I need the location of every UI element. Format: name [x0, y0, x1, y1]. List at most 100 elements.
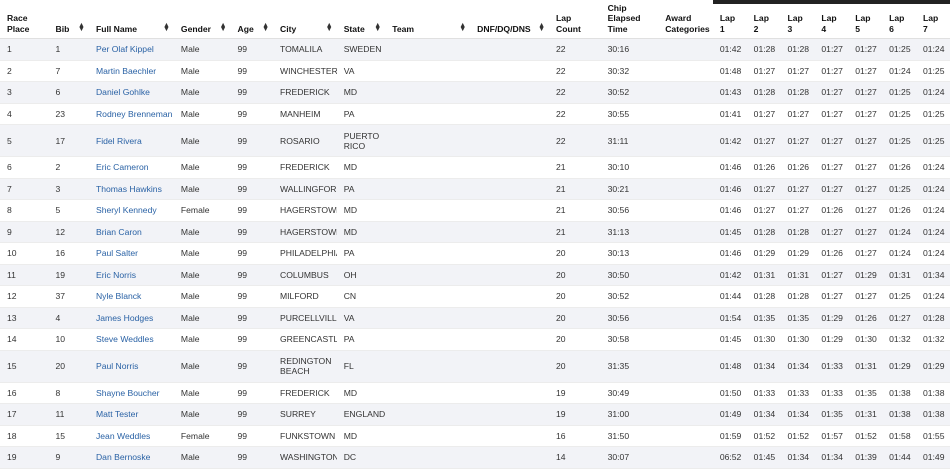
cell-gender: Male	[173, 350, 231, 382]
column-header-full-name[interactable]: Full Name ▲ ▼	[88, 2, 174, 39]
header-label: 2	[753, 23, 759, 34]
table-row: 1 1 Per Olaf Kippel Male 99 TOMALILA SWEDEN 22 3…	[0, 38, 950, 60]
cell-place: 6	[0, 156, 49, 178]
cell-lap-5: 01:27	[848, 156, 883, 178]
cell-lap-2: 01:33	[746, 382, 781, 404]
column-header-state[interactable]: State ▲ ▼	[336, 2, 386, 39]
cell-dnf	[470, 221, 550, 243]
sort-arrows-icon: ▲ ▼	[538, 22, 546, 33]
column-header-city[interactable]: City ▲ ▼	[273, 2, 337, 39]
cell-lap-3: 01:27	[780, 199, 815, 221]
cell-lap-1: 01:54	[712, 307, 747, 329]
cell-dnf	[470, 403, 550, 425]
column-header-award-categories[interactable]: Award Categories	[658, 2, 713, 39]
cell-lap-6: 01:26	[882, 156, 916, 178]
cell-city: WASHINGTON	[273, 446, 337, 468]
cell-award	[658, 382, 713, 404]
column-header-gender[interactable]: Gender ▲ ▼	[173, 2, 231, 39]
cell-lap-7: 01:38	[915, 403, 950, 425]
column-header-lap-2[interactable]: Lap 2	[746, 0, 781, 39]
cell-gender: Male	[173, 103, 231, 125]
cell-award	[658, 350, 713, 382]
runner-name-link[interactable]: Shayne Boucher	[96, 388, 160, 398]
cell-age: 99	[230, 403, 273, 425]
runner-name-link[interactable]: Eric Cameron	[96, 162, 149, 172]
cell-lap-4: 01:57	[814, 425, 849, 447]
cell-lap-4: 01:26	[814, 199, 849, 221]
cell-chip: 31:13	[600, 221, 659, 243]
cell-bib: 2	[48, 156, 89, 178]
cell-lapcount: 21	[549, 199, 601, 221]
column-header-team[interactable]: Team ▲ ▼	[385, 2, 471, 39]
table-row: 19 9 Dan Bernoske Male 99 WASHINGTON DC 14 30:07…	[0, 446, 950, 468]
cell-lap-5: 01:27	[848, 199, 883, 221]
cell-state: SWEDEN	[336, 38, 386, 60]
cell-team	[385, 81, 471, 103]
runner-name-link[interactable]: Daniel Gohlke	[96, 87, 150, 97]
runner-name-link[interactable]: Eric Norris	[96, 270, 136, 280]
cell-bib: 37	[48, 285, 89, 307]
header-label: Race	[7, 13, 28, 23]
cell-state: MD	[336, 382, 386, 404]
runner-name-link[interactable]: Rodney Brenneman	[96, 109, 172, 119]
cell-award	[658, 425, 713, 447]
runner-name-link[interactable]: Paul Salter	[96, 248, 138, 258]
column-header-race-place[interactable]: Race Place	[0, 2, 49, 39]
cell-lap-3: 01:27	[780, 60, 815, 82]
cell-award	[658, 307, 713, 329]
runner-name-link[interactable]: Martin Baechler	[96, 66, 156, 76]
cell-lap-2: 01:28	[746, 221, 781, 243]
column-header-bib[interactable]: Bib ▲ ▼	[48, 2, 89, 39]
cell-lap-7: 01:28	[915, 307, 950, 329]
cell-lap-6: 01:25	[882, 81, 916, 103]
cell-dnf	[470, 328, 550, 350]
column-header-lap-1[interactable]: Lap 1	[712, 0, 747, 39]
table-row: 9 12 Brian Caron Male 99 HAGERSTOWN MD 21 31:13 0…	[0, 221, 950, 243]
cell-lap-1: 01:49	[712, 403, 747, 425]
cell-age: 99	[230, 242, 273, 264]
runner-name-link[interactable]: Steve Weddles	[96, 334, 154, 344]
cell-team	[385, 242, 471, 264]
runner-name-link[interactable]: James Hodges	[96, 313, 153, 323]
table-row: 10 16 Paul Salter Male 99 PHILADELPHIA PA 20 30:…	[0, 242, 950, 264]
cell-lap-3: 01:34	[780, 446, 815, 468]
runner-name-link[interactable]: Brian Caron	[96, 227, 142, 237]
runner-name-link[interactable]: Dan Bernoske	[96, 452, 150, 462]
cell-dnf	[470, 446, 550, 468]
cell-lap-2: 01:30	[746, 328, 781, 350]
cell-lap-4: 01:27	[814, 124, 849, 157]
cell-lap-7: 01:25	[915, 124, 950, 157]
cell-lapcount: 22	[549, 38, 601, 60]
column-header-lap-7[interactable]: Lap 7	[915, 0, 950, 39]
table-row: 13 4 James Hodges Male 99 PURCELLVILLE VA 20 30:…	[0, 307, 950, 329]
table-row: 8 5 Sheryl Kennedy Female 99 HAGERSTOWN MD 21 30…	[0, 199, 950, 221]
cell-lap-7: 01:24	[915, 81, 950, 103]
cell-gender: Male	[173, 307, 231, 329]
cell-lap-5: 01:26	[848, 307, 883, 329]
cell-state: MD	[336, 81, 386, 103]
column-header-age[interactable]: Age ▲ ▼	[230, 2, 273, 39]
cell-chip: 30:49	[600, 382, 659, 404]
cell-name: James Hodges	[88, 307, 174, 329]
cell-lapcount: 22	[549, 103, 601, 125]
runner-name-link[interactable]: Paul Norris	[96, 361, 139, 371]
cell-dnf	[470, 382, 550, 404]
runner-name-link[interactable]: Sheryl Kennedy	[96, 205, 157, 215]
runner-name-link[interactable]: Jean Weddles	[96, 431, 150, 441]
cell-chip: 30:32	[600, 60, 659, 82]
runner-name-link[interactable]: Fidel Rivera	[96, 136, 142, 146]
column-header-chip-elapsed-time[interactable]: Chip Elapsed Time	[600, 2, 659, 39]
column-header-lap-count[interactable]: Lap Count	[549, 2, 601, 39]
cell-lap-3: 01:29	[780, 242, 815, 264]
runner-name-link[interactable]: Thomas Hawkins	[96, 184, 162, 194]
cell-gender: Female	[173, 199, 231, 221]
column-header-lap-6[interactable]: Lap 6	[882, 0, 916, 39]
column-header-lap-4[interactable]: Lap 4	[814, 0, 849, 39]
column-header-lap-3[interactable]: Lap 3	[780, 0, 815, 39]
runner-name-link[interactable]: Per Olaf Kippel	[96, 44, 154, 54]
runner-name-link[interactable]: Matt Tester	[96, 409, 138, 419]
column-header-dnf-dq-dns[interactable]: DNF/DQ/DNS ▲ ▼	[470, 2, 550, 39]
column-header-lap-5[interactable]: Lap 5	[848, 0, 883, 39]
cell-city: WALLINGFORD	[273, 178, 337, 200]
runner-name-link[interactable]: Nyle Blanck	[96, 291, 141, 301]
